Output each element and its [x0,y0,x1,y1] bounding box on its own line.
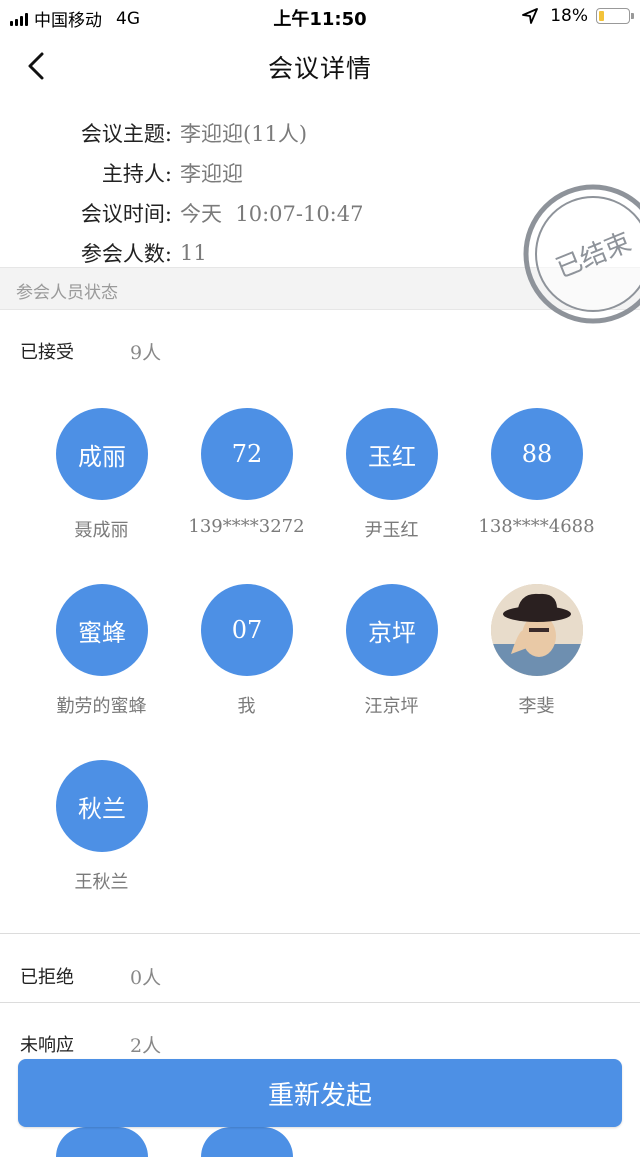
accepted-label: 已接受 [20,342,74,363]
section-title: 参会人员状态 [16,283,118,303]
battery-percent: 18% [550,6,588,26]
avatar: 成丽 [56,408,148,500]
count-label: 参会人数: [80,242,172,266]
avatar: 玉红 [346,408,438,500]
participant-item[interactable]: 李斐 [464,584,609,760]
participant-name: 李斐 [518,696,555,717]
participant-item[interactable]: 72 139****3272 [174,408,319,584]
participant-name: 王秋兰 [74,872,129,893]
divider [0,1002,640,1003]
reinitiate-button[interactable]: 重新发起 [18,1059,622,1127]
battery-level [599,11,604,21]
topic-row: 会议主题: 李迎迎(11人) [0,113,640,153]
user-photo-icon [491,584,583,676]
rejected-label: 已拒绝 [20,967,74,988]
participant-name: 勤劳的蜜蜂 [56,696,147,717]
no-response-count: 2人 [130,1035,162,1057]
no-response-label: 未响应 [20,1035,74,1056]
avatar: 88 [491,408,583,500]
participant-item[interactable]: 秋兰 王秋兰 [29,760,174,936]
participants-grid: 成丽聂成丽 72 139****3272 玉红尹玉红 88 138****4688 蜜蜂勤劳… [29,408,611,936]
accepted-count: 9人 [130,342,162,364]
rejected-group-row[interactable]: 已拒绝 0人 [0,955,640,995]
host-label: 主持人: [101,162,172,186]
rejected-count: 0人 [130,967,162,989]
battery-icon [596,8,634,24]
count-value: 11 [180,241,207,265]
ended-stamp: 已结束 [523,184,640,324]
status-bar: 中国移动 4G 上午11:50 18% [0,0,640,34]
avatar: 07 [201,584,293,676]
avatar-photo [491,584,583,676]
avatar: 72 [201,408,293,500]
avatar: 秋兰 [56,760,148,852]
avatar: 蜜蜂 [56,584,148,676]
time-value: 今天 10:07-10:47 [180,202,364,226]
nav-bar: 会议详情 [0,34,640,98]
avatar: 京坪 [346,584,438,676]
divider [0,933,640,934]
status-right: 18% [522,6,634,26]
time-label: 会议时间: [80,202,172,226]
no-response-group-row[interactable]: 未响应 2人 [0,1023,640,1063]
avatar-peek [201,1127,293,1157]
host-value: 李迎迎 [180,162,243,186]
page-title: 会议详情 [267,54,372,83]
topic-label: 会议主题: [80,122,172,146]
topic-value: 李迎迎(11人) [180,122,308,146]
accepted-group-row[interactable]: 已接受 9人 [0,330,640,370]
participant-item[interactable]: 成丽 聂成丽 [29,408,174,584]
participant-name: 139****3272 [188,516,305,537]
participant-item[interactable]: 蜜蜂 勤劳的蜜蜂 [29,584,174,760]
participant-name: 138****4688 [478,516,595,537]
participant-item[interactable]: 京坪 汪京坪 [319,584,464,760]
participant-name: 我 [237,696,256,717]
participant-name: 汪京坪 [364,696,419,717]
participant-name: 聂成丽 [74,520,129,541]
participant-item[interactable]: 07 我 [174,584,319,760]
avatar-peek [56,1127,148,1157]
participant-name: 尹玉红 [364,520,419,541]
location-icon [522,8,539,24]
participant-item[interactable]: 88 138****4688 [464,408,609,584]
participant-item[interactable]: 玉红 尹玉红 [319,408,464,584]
